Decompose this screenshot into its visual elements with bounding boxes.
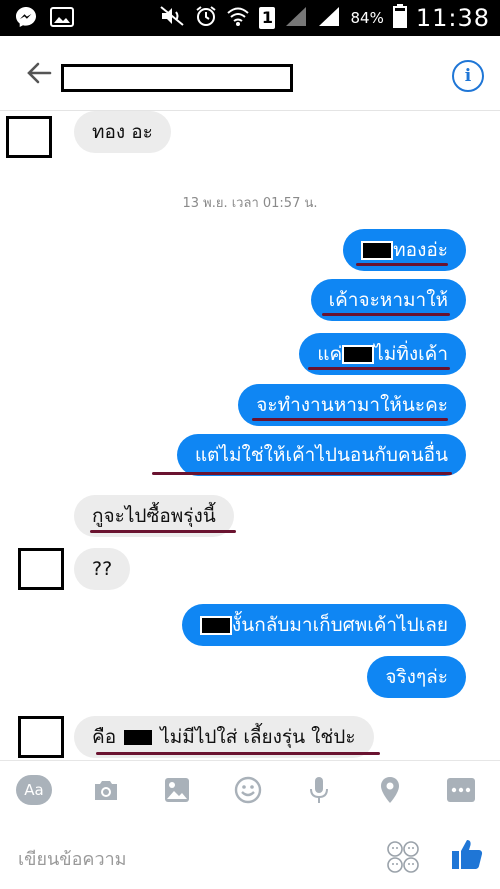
gallery-icon[interactable] — [162, 775, 192, 805]
composer-toolbar: Aa — [0, 760, 500, 819]
info-icon[interactable]: i — [452, 60, 484, 92]
status-bar: 1 84% 11:38 — [0, 0, 500, 36]
clock: 11:38 — [415, 4, 490, 32]
more-icon[interactable] — [446, 775, 476, 805]
avatar[interactable] — [18, 716, 64, 758]
outgoing-message[interactable]: จริงๆล่ะ — [367, 656, 466, 698]
microphone-icon[interactable] — [304, 775, 334, 805]
outgoing-message[interactable]: แต่ไม่ใช่ให้เค้าไปนอนกับคนอื่น — [176, 434, 466, 476]
battery-icon — [392, 4, 407, 32]
thumbs-up-icon[interactable] — [449, 836, 485, 872]
camera-icon[interactable] — [91, 775, 121, 805]
redacted-name — [361, 241, 394, 260]
redacted-name — [342, 345, 375, 364]
red-underline — [96, 752, 380, 755]
red-underline — [152, 472, 452, 475]
message-input[interactable]: เขียนข้อความ — [18, 844, 127, 873]
incoming-message[interactable]: ?? — [74, 548, 131, 590]
back-arrow-icon[interactable] — [22, 56, 56, 90]
redacted-name — [122, 728, 155, 747]
red-underline — [322, 313, 450, 316]
contact-name-redacted[interactable] — [61, 64, 293, 92]
conversation-header: i — [0, 36, 500, 111]
redacted-name — [199, 616, 232, 635]
red-underline — [252, 418, 448, 421]
text-format-button[interactable]: Aa — [16, 775, 52, 805]
battery-percent: 84% — [350, 9, 384, 27]
signal-icon-2 — [317, 5, 341, 31]
mute-icon — [158, 5, 186, 31]
incoming-message[interactable]: ทอง อะ — [74, 111, 171, 153]
wifi-icon — [226, 5, 250, 31]
outgoing-message[interactable]: งั้นกลับมาเก็บศพเค้าไปเลย — [181, 604, 466, 646]
signal-icon-1 — [284, 5, 308, 31]
avatar[interactable] — [18, 548, 64, 590]
red-underline — [308, 367, 450, 370]
red-underline — [356, 263, 448, 266]
emoji-icon[interactable] — [233, 775, 263, 805]
sim-badge: 1 — [259, 7, 276, 29]
red-underline — [90, 530, 236, 533]
image-notification-icon — [50, 6, 74, 28]
avatar[interactable] — [6, 116, 52, 158]
location-icon[interactable] — [375, 775, 405, 805]
message-composer: เขียนข้อความ — [0, 818, 500, 889]
messenger-icon — [14, 6, 38, 28]
timestamp: 13 พ.ย. เวลา 01:57 น. — [182, 196, 318, 211]
sticker-icon[interactable] — [386, 840, 420, 874]
alarm-icon — [195, 5, 217, 31]
